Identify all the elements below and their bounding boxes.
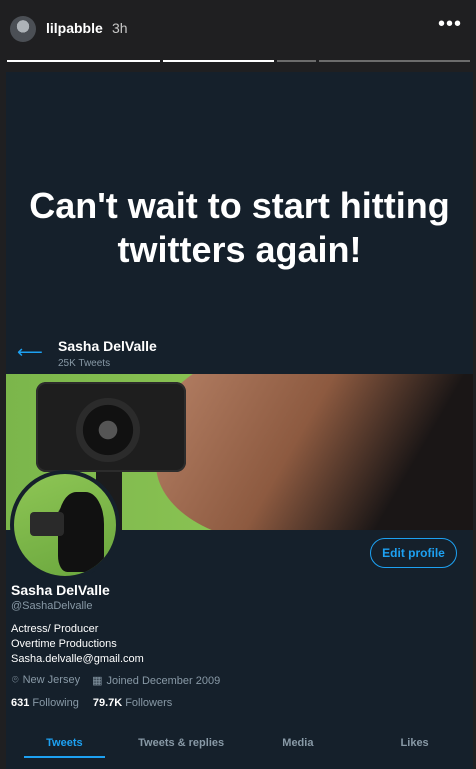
profile-tabs: Tweets Tweets & replies Media Likes xyxy=(6,732,473,762)
bio-line: Overtime Productions xyxy=(11,638,117,650)
tab-tweets[interactable]: Tweets xyxy=(6,732,123,762)
more-dots-icon[interactable]: ••• xyxy=(438,13,462,36)
follow-stats: 631 Following 79.7K Followers xyxy=(11,697,172,709)
followers-link[interactable]: 79.7K Followers xyxy=(93,697,172,709)
joined-text: Joined December 2009 xyxy=(106,675,221,687)
followers-count: 79.7K xyxy=(92,697,123,709)
following-count: 631 xyxy=(11,697,30,709)
story-progress-1 xyxy=(7,60,160,62)
twitter-profile-header: ⟵ Sasha DelValle 25K Tweets xyxy=(6,334,473,374)
story-username[interactable]: lilpabble xyxy=(46,20,103,36)
location: ⌾ New Jersey xyxy=(12,674,80,687)
story-header: lilpabble 3h ••• xyxy=(0,0,476,60)
profile-name: Sasha DelValle xyxy=(11,582,110,598)
story-progress-3 xyxy=(277,60,316,62)
profile-handle: @SashaDelvalle xyxy=(11,600,93,612)
story-caption: Can't wait to start hitting twitters agai… xyxy=(29,185,450,270)
tweet-count: 25K Tweets xyxy=(58,358,111,369)
following-link[interactable]: 631 Following xyxy=(11,697,79,709)
story-progress-4 xyxy=(319,60,470,62)
tab-tweets-replies[interactable]: Tweets & replies xyxy=(123,732,240,762)
bio-line: Actress/ Producer xyxy=(11,623,99,635)
story-time: 3h xyxy=(112,20,128,36)
location-text: New Jersey xyxy=(22,674,81,686)
followers-label: Followers xyxy=(125,697,173,709)
edit-profile-button[interactable]: Edit profile xyxy=(370,538,457,568)
profile-meta: ⌾ New Jersey ▦ Joined December 2009 xyxy=(12,674,220,687)
story-content[interactable]: Can't wait to start hitting twitters agai… xyxy=(6,72,473,769)
calendar-icon: ▦ xyxy=(92,675,103,687)
tab-media[interactable]: Media xyxy=(240,732,357,762)
profile-name-header: Sasha DelValle xyxy=(58,338,157,354)
joined-date: ▦ Joined December 2009 xyxy=(92,674,220,687)
avatar[interactable] xyxy=(10,16,36,42)
profile-avatar[interactable] xyxy=(10,470,120,580)
profile-bio: Actress/ Producer Overtime Productions S… xyxy=(11,622,144,667)
bio-line: Sasha.delvalle@gmail.com xyxy=(11,653,144,665)
story-progress-2 xyxy=(163,60,274,62)
back-arrow-icon[interactable]: ⟵ xyxy=(17,342,43,363)
location-pin-icon: ⌾ xyxy=(12,674,19,686)
tab-likes[interactable]: Likes xyxy=(356,732,473,762)
following-label: Following xyxy=(32,697,79,709)
